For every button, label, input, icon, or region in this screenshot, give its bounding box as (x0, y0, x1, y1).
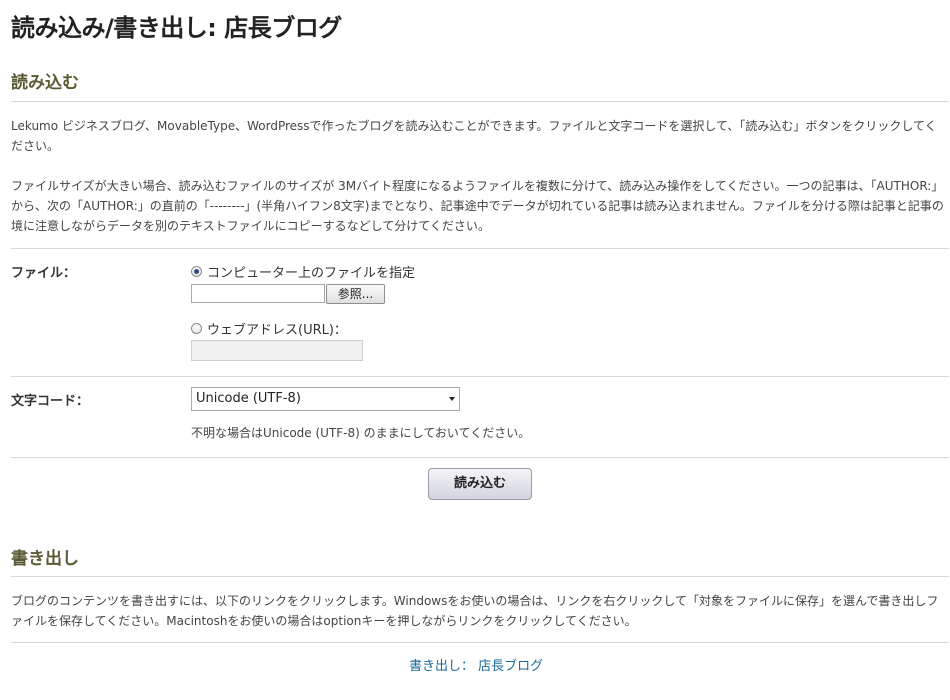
url-option[interactable]: ウェブアドレス(URL)： (191, 319, 347, 338)
file-field-divider (11, 376, 949, 377)
browse-button[interactable]: 参照... (326, 284, 385, 304)
local-file-radio[interactable] (191, 266, 202, 277)
encoding-selected-value: Unicode (UTF-8) (196, 391, 301, 406)
encoding-field-divider (11, 457, 949, 458)
encoding-hint: 不明な場合はUnicode (UTF-8) のままにしておいてください。 (191, 426, 531, 440)
file-field-label: ファイル： (11, 266, 77, 281)
export-blog-link[interactable]: 書き出し： 店長ブログ (409, 655, 543, 674)
export-description: ブログのコンテンツを書き出すには、以下のリンクをクリックします。Windowsを… (11, 594, 939, 628)
url-input[interactable] (191, 340, 363, 361)
dropdown-arrow-icon (449, 397, 455, 401)
url-radio[interactable] (191, 323, 202, 334)
local-file-input[interactable] (191, 284, 325, 303)
import-submit-button[interactable]: 読み込む (428, 468, 532, 500)
page-title: 読み込み/書き出し: 店長ブログ (11, 14, 342, 42)
import-note-divider (11, 248, 949, 249)
import-intro-text: Lekumo ビジネスブログ、MovableType、WordPressで作った… (11, 119, 937, 153)
local-file-option-label: コンピューター上のファイルを指定 (207, 266, 416, 281)
export-description-divider (11, 642, 949, 643)
encoding-select[interactable]: Unicode (UTF-8) (191, 387, 460, 411)
encoding-field-label: 文字コード： (11, 394, 90, 409)
local-file-option[interactable]: コンピューター上のファイルを指定 (191, 262, 415, 281)
url-option-label: ウェブアドレス(URL)： (207, 323, 347, 338)
export-heading-divider (11, 576, 949, 577)
import-heading-divider (11, 101, 949, 102)
export-section-heading: 書き出し (11, 549, 79, 569)
import-section-heading: 読み込む (11, 73, 79, 93)
import-export-page: 読み込み/書き出し: 店長ブログ 読み込む Lekumo ビジネスブログ、Mov… (0, 0, 950, 700)
import-size-note: ファイルサイズが大きい場合、読み込むファイルのサイズが 3Mバイト程度になるよう… (11, 179, 944, 233)
